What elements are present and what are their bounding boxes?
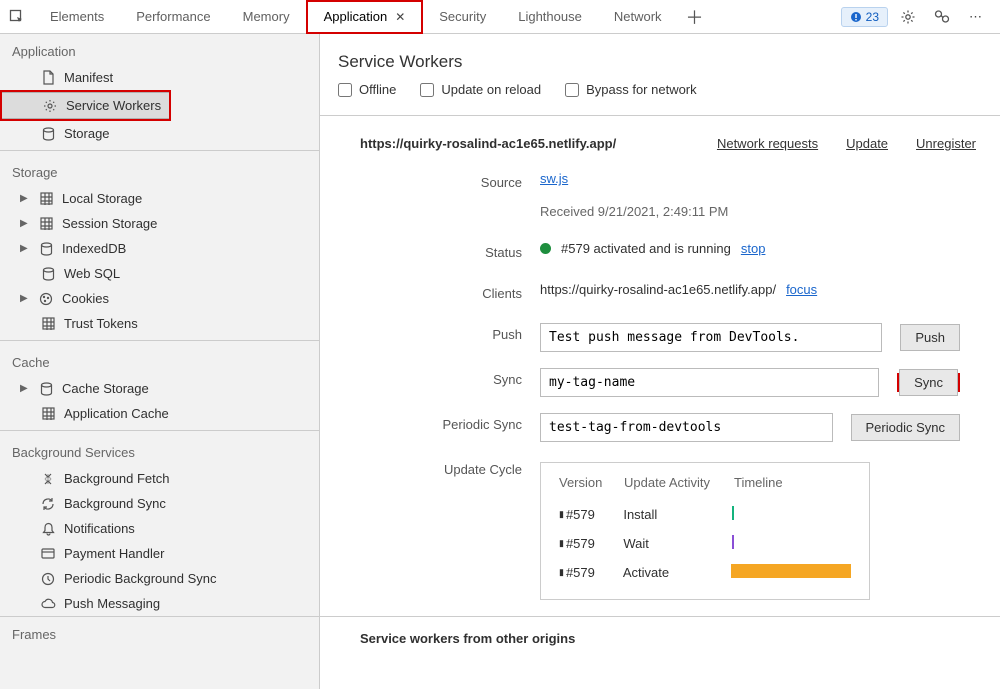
status-text: #579 activated and is running xyxy=(561,241,731,256)
sidebar-item-notifications[interactable]: Notifications xyxy=(0,516,319,541)
document-icon xyxy=(40,70,56,85)
focus-link[interactable]: focus xyxy=(786,282,817,297)
periodic-sync-label: Periodic Sync xyxy=(320,413,540,432)
tab-memory[interactable]: Memory xyxy=(227,0,306,34)
chevron-right-icon: ▶ xyxy=(20,243,30,254)
card-icon xyxy=(40,548,56,559)
unregister-link[interactable]: Unregister xyxy=(916,136,976,151)
update-cycle-label: Update Cycle xyxy=(320,458,540,477)
content-panel: Service Workers Offline Update on reload… xyxy=(320,34,1000,689)
update-reload-checkbox[interactable]: Update on reload xyxy=(420,82,541,97)
chevron-right-icon: ▶ xyxy=(20,293,30,304)
cycle-row: ▮#579 Activate xyxy=(559,558,851,587)
tab-security[interactable]: Security xyxy=(423,0,502,34)
sidebar-item-trust-tokens[interactable]: Trust Tokens xyxy=(0,311,319,336)
tab-application-label: Application xyxy=(324,9,388,24)
grid-icon xyxy=(40,407,56,420)
sidebar-item-cookies[interactable]: ▶Cookies xyxy=(0,286,319,311)
sync-input[interactable] xyxy=(540,368,879,397)
timeline-bar xyxy=(731,564,851,578)
fetch-icon xyxy=(40,472,56,486)
clock-icon xyxy=(40,572,56,586)
sidebar-item-websql[interactable]: Web SQL xyxy=(0,261,319,286)
inspect-icon[interactable] xyxy=(0,0,34,34)
push-input[interactable] xyxy=(540,323,882,352)
database-icon xyxy=(40,127,56,141)
periodic-sync-input[interactable] xyxy=(540,413,833,442)
tab-elements[interactable]: Elements xyxy=(34,0,120,34)
tab-network[interactable]: Network xyxy=(598,0,678,34)
grid-icon xyxy=(38,192,54,205)
top-toolbar: Elements Performance Memory Application … xyxy=(0,0,1000,34)
sidebar-item-session-storage[interactable]: ▶Session Storage xyxy=(0,211,319,236)
clients-label: Clients xyxy=(320,282,540,301)
sidebar-item-manifest[interactable]: Manifest xyxy=(0,65,319,90)
stop-link[interactable]: stop xyxy=(741,241,766,256)
sidebar-item-appcache[interactable]: Application Cache xyxy=(0,401,319,426)
periodic-sync-button[interactable]: Periodic Sync xyxy=(851,414,960,441)
toolbar-right: 23 ⋯ xyxy=(841,3,1000,31)
sidebar-item-service-workers[interactable]: Service Workers xyxy=(2,92,169,119)
section-application: Application xyxy=(0,34,319,65)
push-button[interactable]: Push xyxy=(900,324,960,351)
other-origins-heading: Service workers from other origins xyxy=(320,616,1000,660)
source-file-link[interactable]: sw.js xyxy=(540,171,568,186)
section-frames: Frames xyxy=(0,616,319,652)
section-storage: Storage xyxy=(0,155,319,186)
tab-performance[interactable]: Performance xyxy=(120,0,226,34)
database-icon xyxy=(38,382,54,396)
sidebar-item-push[interactable]: Push Messaging xyxy=(0,591,319,616)
database-icon xyxy=(38,242,54,256)
sidebar: Application Manifest Service Workers Sto… xyxy=(0,34,320,689)
chevron-right-icon: ▶ xyxy=(20,383,30,394)
status-dot-icon xyxy=(540,243,551,254)
cookie-icon xyxy=(38,292,54,306)
source-label: Source xyxy=(320,171,540,190)
sidebar-item-indexeddb[interactable]: ▶IndexedDB xyxy=(0,236,319,261)
tab-application[interactable]: Application ✕ xyxy=(306,0,424,34)
received-text: Received 9/21/2021, 2:49:11 PM xyxy=(540,204,728,219)
sidebar-item-local-storage[interactable]: ▶Local Storage xyxy=(0,186,319,211)
sidebar-item-bg-fetch[interactable]: Background Fetch xyxy=(0,466,319,491)
issues-badge[interactable]: 23 xyxy=(841,7,888,27)
cycle-row: ▮#579 Install xyxy=(559,500,851,529)
client-url: https://quirky-rosalind-ac1e65.netlify.a… xyxy=(540,282,776,297)
update-cycle-table: Version Update Activity Timeline ▮#579 I… xyxy=(540,462,870,600)
chevron-right-icon: ▶ xyxy=(20,218,30,229)
grid-icon xyxy=(38,217,54,230)
offline-checkbox[interactable]: Offline xyxy=(338,82,396,97)
page-title: Service Workers xyxy=(338,52,982,72)
section-cache: Cache xyxy=(0,345,319,376)
update-link[interactable]: Update xyxy=(846,136,888,151)
more-icon[interactable]: ⋯ xyxy=(962,3,990,31)
chevron-right-icon: ▶ xyxy=(20,193,30,204)
sidebar-item-storage[interactable]: Storage xyxy=(0,121,319,146)
database-icon xyxy=(40,267,56,281)
sidebar-item-cache-storage[interactable]: ▶Cache Storage xyxy=(0,376,319,401)
sidebar-item-periodic-sync[interactable]: Periodic Background Sync xyxy=(0,566,319,591)
cycle-row: ▮#579 Wait xyxy=(559,529,851,558)
cloud-icon xyxy=(40,598,56,609)
devtools-tabs: Elements Performance Memory Application … xyxy=(34,0,678,34)
add-tab-icon[interactable]: ＋ xyxy=(678,0,712,34)
feedback-icon[interactable] xyxy=(928,3,956,31)
close-icon[interactable]: ✕ xyxy=(395,10,405,24)
bell-icon xyxy=(40,522,56,536)
sync-button[interactable]: Sync xyxy=(899,369,958,396)
sidebar-item-payment[interactable]: Payment Handler xyxy=(0,541,319,566)
grid-icon xyxy=(40,317,56,330)
sidebar-item-bg-sync[interactable]: Background Sync xyxy=(0,491,319,516)
status-label: Status xyxy=(320,241,540,260)
gear-icon xyxy=(42,99,58,113)
sw-origin: https://quirky-rosalind-ac1e65.netlify.a… xyxy=(360,136,689,151)
issues-count: 23 xyxy=(866,10,879,24)
section-bg-services: Background Services xyxy=(0,435,319,466)
bypass-network-checkbox[interactable]: Bypass for network xyxy=(565,82,697,97)
tab-lighthouse[interactable]: Lighthouse xyxy=(502,0,598,34)
sync-icon xyxy=(40,497,56,511)
gear-icon[interactable] xyxy=(894,3,922,31)
network-requests-link[interactable]: Network requests xyxy=(717,136,818,151)
push-label: Push xyxy=(320,323,540,342)
sync-label: Sync xyxy=(320,368,540,387)
